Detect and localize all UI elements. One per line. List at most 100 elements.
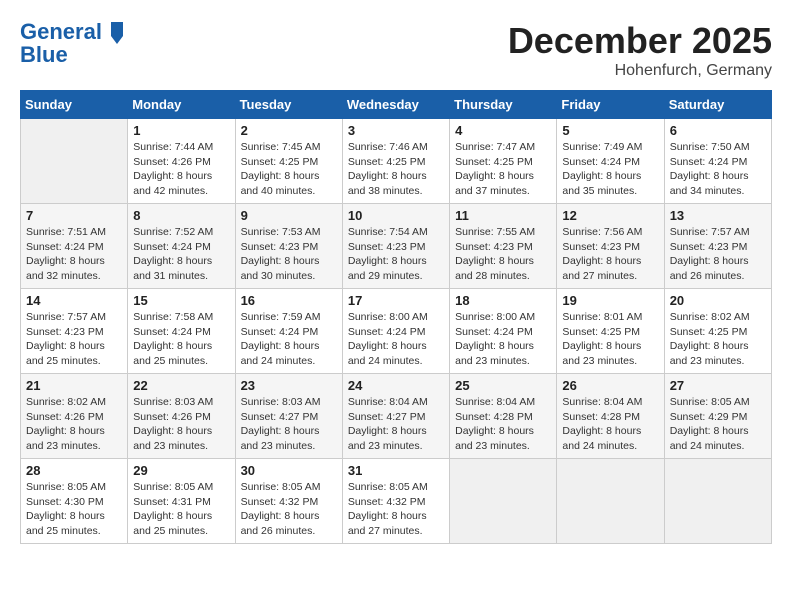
- day-cell: 7 Sunrise: 7:51 AM Sunset: 4:24 PM Daylig…: [21, 204, 128, 289]
- day-info: Sunrise: 7:49 AM Sunset: 4:24 PM Dayligh…: [562, 140, 658, 199]
- day-info: Sunrise: 7:56 AM Sunset: 4:23 PM Dayligh…: [562, 225, 658, 284]
- day-cell: 13 Sunrise: 7:57 AM Sunset: 4:23 PM Dayli…: [664, 204, 771, 289]
- day-info: Sunrise: 8:02 AM Sunset: 4:26 PM Dayligh…: [26, 395, 122, 454]
- day-number: 3: [348, 123, 444, 138]
- day-number: 29: [133, 463, 229, 478]
- day-info: Sunrise: 7:57 AM Sunset: 4:23 PM Dayligh…: [670, 225, 766, 284]
- day-info: Sunrise: 8:05 AM Sunset: 4:31 PM Dayligh…: [133, 480, 229, 539]
- header-cell-monday: Monday: [128, 91, 235, 119]
- day-info: Sunrise: 7:52 AM Sunset: 4:24 PM Dayligh…: [133, 225, 229, 284]
- day-info: Sunrise: 7:51 AM Sunset: 4:24 PM Dayligh…: [26, 225, 122, 284]
- day-number: 28: [26, 463, 122, 478]
- day-cell: 17Sunrise: 8:00 AM Sunset: 4:24 PM Dayli…: [342, 289, 449, 374]
- day-cell: 31Sunrise: 8:05 AM Sunset: 4:32 PM Dayli…: [342, 459, 449, 544]
- day-cell: [450, 459, 557, 544]
- logo-icon: [109, 22, 125, 44]
- header-cell-tuesday: Tuesday: [235, 91, 342, 119]
- location: Hohenfurch, Germany: [508, 62, 772, 80]
- day-cell: 3 Sunrise: 7:46 AM Sunset: 4:25 PM Daylig…: [342, 119, 449, 204]
- day-info: Sunrise: 7:57 AM Sunset: 4:23 PM Dayligh…: [26, 310, 122, 369]
- header-cell-sunday: Sunday: [21, 91, 128, 119]
- day-number: 19: [562, 293, 658, 308]
- day-cell: 29 Sunrise: 8:05 AM Sunset: 4:31 PM Dayli…: [128, 459, 235, 544]
- logo-blue-text: Blue: [20, 44, 126, 66]
- header-cell-saturday: Saturday: [664, 91, 771, 119]
- week-row-4: 21 Sunrise: 8:02 AM Sunset: 4:26 PM Dayli…: [21, 374, 772, 459]
- day-cell: 21 Sunrise: 8:02 AM Sunset: 4:26 PM Dayli…: [21, 374, 128, 459]
- day-cell: 23 Sunrise: 8:03 AM Sunset: 4:27 PM Dayli…: [235, 374, 342, 459]
- day-cell: 11Sunrise: 7:55 AM Sunset: 4:23 PM Dayli…: [450, 204, 557, 289]
- day-cell: 26Sunrise: 8:04 AM Sunset: 4:28 PM Dayli…: [557, 374, 664, 459]
- day-number: 22: [133, 378, 229, 393]
- day-cell: 2Sunrise: 7:45 AM Sunset: 4:25 PM Daylig…: [235, 119, 342, 204]
- day-info: Sunrise: 8:05 AM Sunset: 4:32 PM Dayligh…: [348, 480, 444, 539]
- day-cell: 19Sunrise: 8:01 AM Sunset: 4:25 PM Dayli…: [557, 289, 664, 374]
- day-cell: 20Sunrise: 8:02 AM Sunset: 4:25 PM Dayli…: [664, 289, 771, 374]
- day-info: Sunrise: 7:46 AM Sunset: 4:25 PM Dayligh…: [348, 140, 444, 199]
- week-row-1: 1Sunrise: 7:44 AM Sunset: 4:26 PM Daylig…: [21, 119, 772, 204]
- calendar-table: SundayMondayTuesdayWednesdayThursdayFrid…: [20, 90, 772, 544]
- day-number: 25: [455, 378, 551, 393]
- day-number: 23: [241, 378, 337, 393]
- day-number: 5: [562, 123, 658, 138]
- day-number: 12: [562, 208, 658, 223]
- day-number: 4: [455, 123, 551, 138]
- day-number: 14: [26, 293, 122, 308]
- day-number: 15: [133, 293, 229, 308]
- day-cell: 15 Sunrise: 7:58 AM Sunset: 4:24 PM Dayli…: [128, 289, 235, 374]
- day-cell: [21, 119, 128, 204]
- day-cell: 18Sunrise: 8:00 AM Sunset: 4:24 PM Dayli…: [450, 289, 557, 374]
- day-cell: 10 Sunrise: 7:54 AM Sunset: 4:23 PM Dayli…: [342, 204, 449, 289]
- header-cell-thursday: Thursday: [450, 91, 557, 119]
- day-cell: 6 Sunrise: 7:50 AM Sunset: 4:24 PM Daylig…: [664, 119, 771, 204]
- day-cell: 25 Sunrise: 8:04 AM Sunset: 4:28 PM Dayli…: [450, 374, 557, 459]
- day-number: 20: [670, 293, 766, 308]
- header-row: SundayMondayTuesdayWednesdayThursdayFrid…: [21, 91, 772, 119]
- day-number: 16: [241, 293, 337, 308]
- day-number: 13: [670, 208, 766, 223]
- day-number: 6: [670, 123, 766, 138]
- week-row-5: 28 Sunrise: 8:05 AM Sunset: 4:30 PM Dayli…: [21, 459, 772, 544]
- week-row-3: 14 Sunrise: 7:57 AM Sunset: 4:23 PM Dayli…: [21, 289, 772, 374]
- day-info: Sunrise: 8:05 AM Sunset: 4:32 PM Dayligh…: [241, 480, 337, 539]
- day-cell: 1Sunrise: 7:44 AM Sunset: 4:26 PM Daylig…: [128, 119, 235, 204]
- day-cell: 12 Sunrise: 7:56 AM Sunset: 4:23 PM Dayli…: [557, 204, 664, 289]
- calendar-body: 1Sunrise: 7:44 AM Sunset: 4:26 PM Daylig…: [21, 119, 772, 544]
- day-info: Sunrise: 7:58 AM Sunset: 4:24 PM Dayligh…: [133, 310, 229, 369]
- month-title-block: December 2025 Hohenfurch, Germany: [508, 20, 772, 80]
- day-info: Sunrise: 7:54 AM Sunset: 4:23 PM Dayligh…: [348, 225, 444, 284]
- month-year: December 2025: [508, 20, 772, 62]
- day-cell: 16 Sunrise: 7:59 AM Sunset: 4:24 PM Dayli…: [235, 289, 342, 374]
- day-number: 1: [133, 123, 229, 138]
- day-number: 21: [26, 378, 122, 393]
- day-number: 17: [348, 293, 444, 308]
- day-number: 30: [241, 463, 337, 478]
- day-cell: 9 Sunrise: 7:53 AM Sunset: 4:23 PM Daylig…: [235, 204, 342, 289]
- day-cell: 28 Sunrise: 8:05 AM Sunset: 4:30 PM Dayli…: [21, 459, 128, 544]
- day-cell: 4 Sunrise: 7:47 AM Sunset: 4:25 PM Daylig…: [450, 119, 557, 204]
- day-info: Sunrise: 8:04 AM Sunset: 4:28 PM Dayligh…: [455, 395, 551, 454]
- day-cell: 14 Sunrise: 7:57 AM Sunset: 4:23 PM Dayli…: [21, 289, 128, 374]
- day-cell: 30 Sunrise: 8:05 AM Sunset: 4:32 PM Dayli…: [235, 459, 342, 544]
- calendar-header: SundayMondayTuesdayWednesdayThursdayFrid…: [21, 91, 772, 119]
- day-info: Sunrise: 8:05 AM Sunset: 4:29 PM Dayligh…: [670, 395, 766, 454]
- day-number: 2: [241, 123, 337, 138]
- day-info: Sunrise: 7:59 AM Sunset: 4:24 PM Dayligh…: [241, 310, 337, 369]
- header-cell-wednesday: Wednesday: [342, 91, 449, 119]
- day-number: 9: [241, 208, 337, 223]
- day-info: Sunrise: 7:50 AM Sunset: 4:24 PM Dayligh…: [670, 140, 766, 199]
- day-info: Sunrise: 7:47 AM Sunset: 4:25 PM Dayligh…: [455, 140, 551, 199]
- day-info: Sunrise: 7:53 AM Sunset: 4:23 PM Dayligh…: [241, 225, 337, 284]
- day-cell: [664, 459, 771, 544]
- page-header: General Blue December 2025 Hohenfurch, G…: [20, 20, 772, 80]
- day-info: Sunrise: 8:03 AM Sunset: 4:27 PM Dayligh…: [241, 395, 337, 454]
- day-number: 10: [348, 208, 444, 223]
- day-cell: 8 Sunrise: 7:52 AM Sunset: 4:24 PM Daylig…: [128, 204, 235, 289]
- day-number: 7: [26, 208, 122, 223]
- day-number: 24: [348, 378, 444, 393]
- day-cell: 22Sunrise: 8:03 AM Sunset: 4:26 PM Dayli…: [128, 374, 235, 459]
- day-number: 8: [133, 208, 229, 223]
- day-info: Sunrise: 8:05 AM Sunset: 4:30 PM Dayligh…: [26, 480, 122, 539]
- day-number: 18: [455, 293, 551, 308]
- week-row-2: 7 Sunrise: 7:51 AM Sunset: 4:24 PM Daylig…: [21, 204, 772, 289]
